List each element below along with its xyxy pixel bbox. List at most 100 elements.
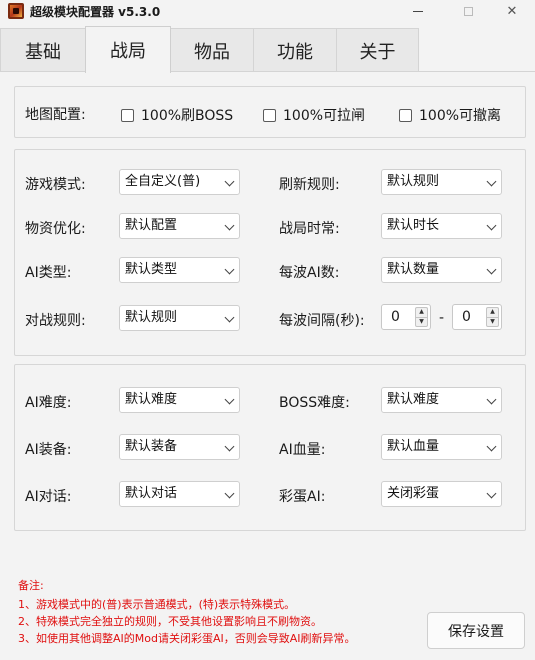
select-value: 默认规则 xyxy=(125,310,178,325)
ai-equipment-select[interactable]: 默认装备 xyxy=(119,434,240,460)
tab-battle[interactable]: 战局 xyxy=(85,26,171,73)
save-settings-button[interactable]: 保存设置 xyxy=(427,612,525,649)
wave-ai-count-label: 每波AI数: xyxy=(279,265,340,281)
stepper-up-button[interactable]: ▲ xyxy=(486,307,499,317)
select-value: 全自定义(普) xyxy=(125,174,201,189)
chevron-down-icon xyxy=(486,176,497,187)
battle-settings-group: 游戏模式: 全自定义(普) 刷新规则: 默认规则 物资优化: 默认配置 战局时常… xyxy=(14,149,526,356)
tab-about[interactable]: 关于 xyxy=(336,28,419,72)
chevron-down-icon xyxy=(486,264,497,275)
tab-label: 基础 xyxy=(25,41,61,63)
ai-health-label: AI血量: xyxy=(279,442,326,458)
checkbox-label: 100%可撤离 xyxy=(419,108,502,124)
checkbox-box[interactable] xyxy=(399,108,412,122)
checkbox-box[interactable] xyxy=(121,108,134,122)
select-value: 默认数量 xyxy=(387,262,440,277)
checkbox-label: 100%刷BOSS xyxy=(141,108,234,124)
game-mode-select[interactable]: 全自定义(普) xyxy=(119,169,240,195)
select-value: 默认难度 xyxy=(387,392,440,407)
chevron-down-icon xyxy=(486,394,497,405)
tab-bar: 基础 战局 物品 功能 关于 xyxy=(0,26,535,73)
tab-label: 功能 xyxy=(277,41,313,63)
window-title: 超级模块配置器 v5.3.0 xyxy=(30,5,161,19)
chevron-down-icon xyxy=(224,264,235,275)
ai-type-select[interactable]: 默认类型 xyxy=(119,257,240,283)
chevron-down-icon xyxy=(486,220,497,231)
tab-items[interactable]: 物品 xyxy=(170,28,254,72)
chevron-down-icon xyxy=(224,176,235,187)
easter-egg-ai-label: 彩蛋AI: xyxy=(279,489,326,505)
select-value: 默认难度 xyxy=(125,392,178,407)
stepper-up-button[interactable]: ▲ xyxy=(415,307,428,317)
chevron-down-icon xyxy=(486,441,497,452)
checkbox-boss[interactable]: 100%刷BOSS xyxy=(121,105,233,125)
checkbox-label: 100%可拉闸 xyxy=(283,108,366,124)
select-value: 默认对话 xyxy=(125,486,178,501)
supply-opt-select[interactable]: 默认配置 xyxy=(119,213,240,239)
ai-health-select[interactable]: 默认血量 xyxy=(381,434,502,460)
boss-difficulty-select[interactable]: 默认难度 xyxy=(381,387,502,413)
close-icon: ✕ xyxy=(506,3,518,19)
battle-rule-select[interactable]: 默认规则 xyxy=(119,305,240,331)
map-config-group: 地图配置: 100%刷BOSS 100%可拉闸 100%可撤离 xyxy=(14,86,526,138)
maximize-icon xyxy=(463,6,473,16)
chevron-down-icon xyxy=(486,488,497,499)
chevron-down-icon xyxy=(224,441,235,452)
refresh-rule-label: 刷新规则: xyxy=(279,177,340,193)
note-line-3: 3、如使用其他调整AI的Mod请关闭彩蛋AI，否则会导致AI刷新异常。 xyxy=(18,632,356,645)
title-bar: 超级模块配置器 v5.3.0 ✕ xyxy=(0,0,535,22)
tab-basic[interactable]: 基础 xyxy=(0,28,86,72)
ai-difficulty-label: AI难度: xyxy=(25,395,72,411)
tab-functions[interactable]: 功能 xyxy=(253,28,337,72)
chevron-down-icon xyxy=(224,488,235,499)
minimize-button[interactable] xyxy=(395,0,441,22)
refresh-rule-select[interactable]: 默认规则 xyxy=(381,169,502,195)
interval-separator: - xyxy=(439,310,445,326)
select-value: 关闭彩蛋 xyxy=(387,486,440,501)
note-line-2: 2、特殊模式完全独立的规则，不受其他设置影响且不刷物资。 xyxy=(18,615,322,628)
select-value: 默认装备 xyxy=(125,439,178,454)
boss-difficulty-label: BOSS难度: xyxy=(279,395,350,411)
select-value: 默认配置 xyxy=(125,218,178,233)
minimize-icon xyxy=(413,10,423,12)
chevron-down-icon xyxy=(224,312,235,323)
stepper-buttons: ▲ ▼ xyxy=(486,307,499,327)
checkbox-pull-switch[interactable]: 100%可拉闸 xyxy=(263,105,365,125)
app-logo-icon xyxy=(8,3,24,19)
battle-duration-label: 战局时常: xyxy=(279,221,340,237)
wave-interval-label: 每波间隔(秒): xyxy=(279,313,365,329)
ai-difficulty-select[interactable]: 默认难度 xyxy=(119,387,240,413)
battle-panel: 地图配置: 100%刷BOSS 100%可拉闸 100%可撤离 游戏模式: 全自… xyxy=(0,72,535,660)
stepper-buttons: ▲ ▼ xyxy=(415,307,428,327)
close-button[interactable]: ✕ xyxy=(489,0,535,22)
tab-divider xyxy=(0,71,535,72)
battle-rule-label: 对战规则: xyxy=(25,313,86,329)
map-config-label: 地图配置: xyxy=(25,107,86,123)
battle-duration-select[interactable]: 默认时长 xyxy=(381,213,502,239)
chevron-down-icon xyxy=(224,220,235,231)
ai-settings-group: AI难度: 默认难度 BOSS难度: 默认难度 AI装备: 默认装备 AI血量:… xyxy=(14,364,526,531)
tab-label: 物品 xyxy=(194,41,230,63)
stepper-down-button[interactable]: ▼ xyxy=(415,316,428,327)
ai-type-label: AI类型: xyxy=(25,265,72,281)
stepper-down-button[interactable]: ▼ xyxy=(486,316,499,327)
checkbox-box[interactable] xyxy=(263,108,276,122)
save-button-label: 保存设置 xyxy=(448,623,504,640)
select-value: 默认类型 xyxy=(125,262,178,277)
ai-dialogue-select[interactable]: 默认对话 xyxy=(119,481,240,507)
ai-dialogue-label: AI对话: xyxy=(25,489,72,505)
easter-egg-ai-select[interactable]: 关闭彩蛋 xyxy=(381,481,502,507)
select-value: 默认血量 xyxy=(387,439,440,454)
select-value: 默认时长 xyxy=(387,218,440,233)
supply-opt-label: 物资优化: xyxy=(25,221,86,237)
wave-ai-count-select[interactable]: 默认数量 xyxy=(381,257,502,283)
checkbox-evacuate[interactable]: 100%可撤离 xyxy=(399,105,501,125)
game-mode-label: 游戏模式: xyxy=(25,177,86,193)
wave-interval-max-stepper[interactable]: 0 ▲ ▼ xyxy=(452,304,502,330)
chevron-down-icon xyxy=(224,394,235,405)
tab-label: 关于 xyxy=(359,41,396,63)
stepper-value: 0 xyxy=(391,309,400,325)
maximize-button[interactable] xyxy=(445,0,491,22)
stepper-value: 0 xyxy=(462,309,471,325)
wave-interval-min-stepper[interactable]: 0 ▲ ▼ xyxy=(381,304,431,330)
